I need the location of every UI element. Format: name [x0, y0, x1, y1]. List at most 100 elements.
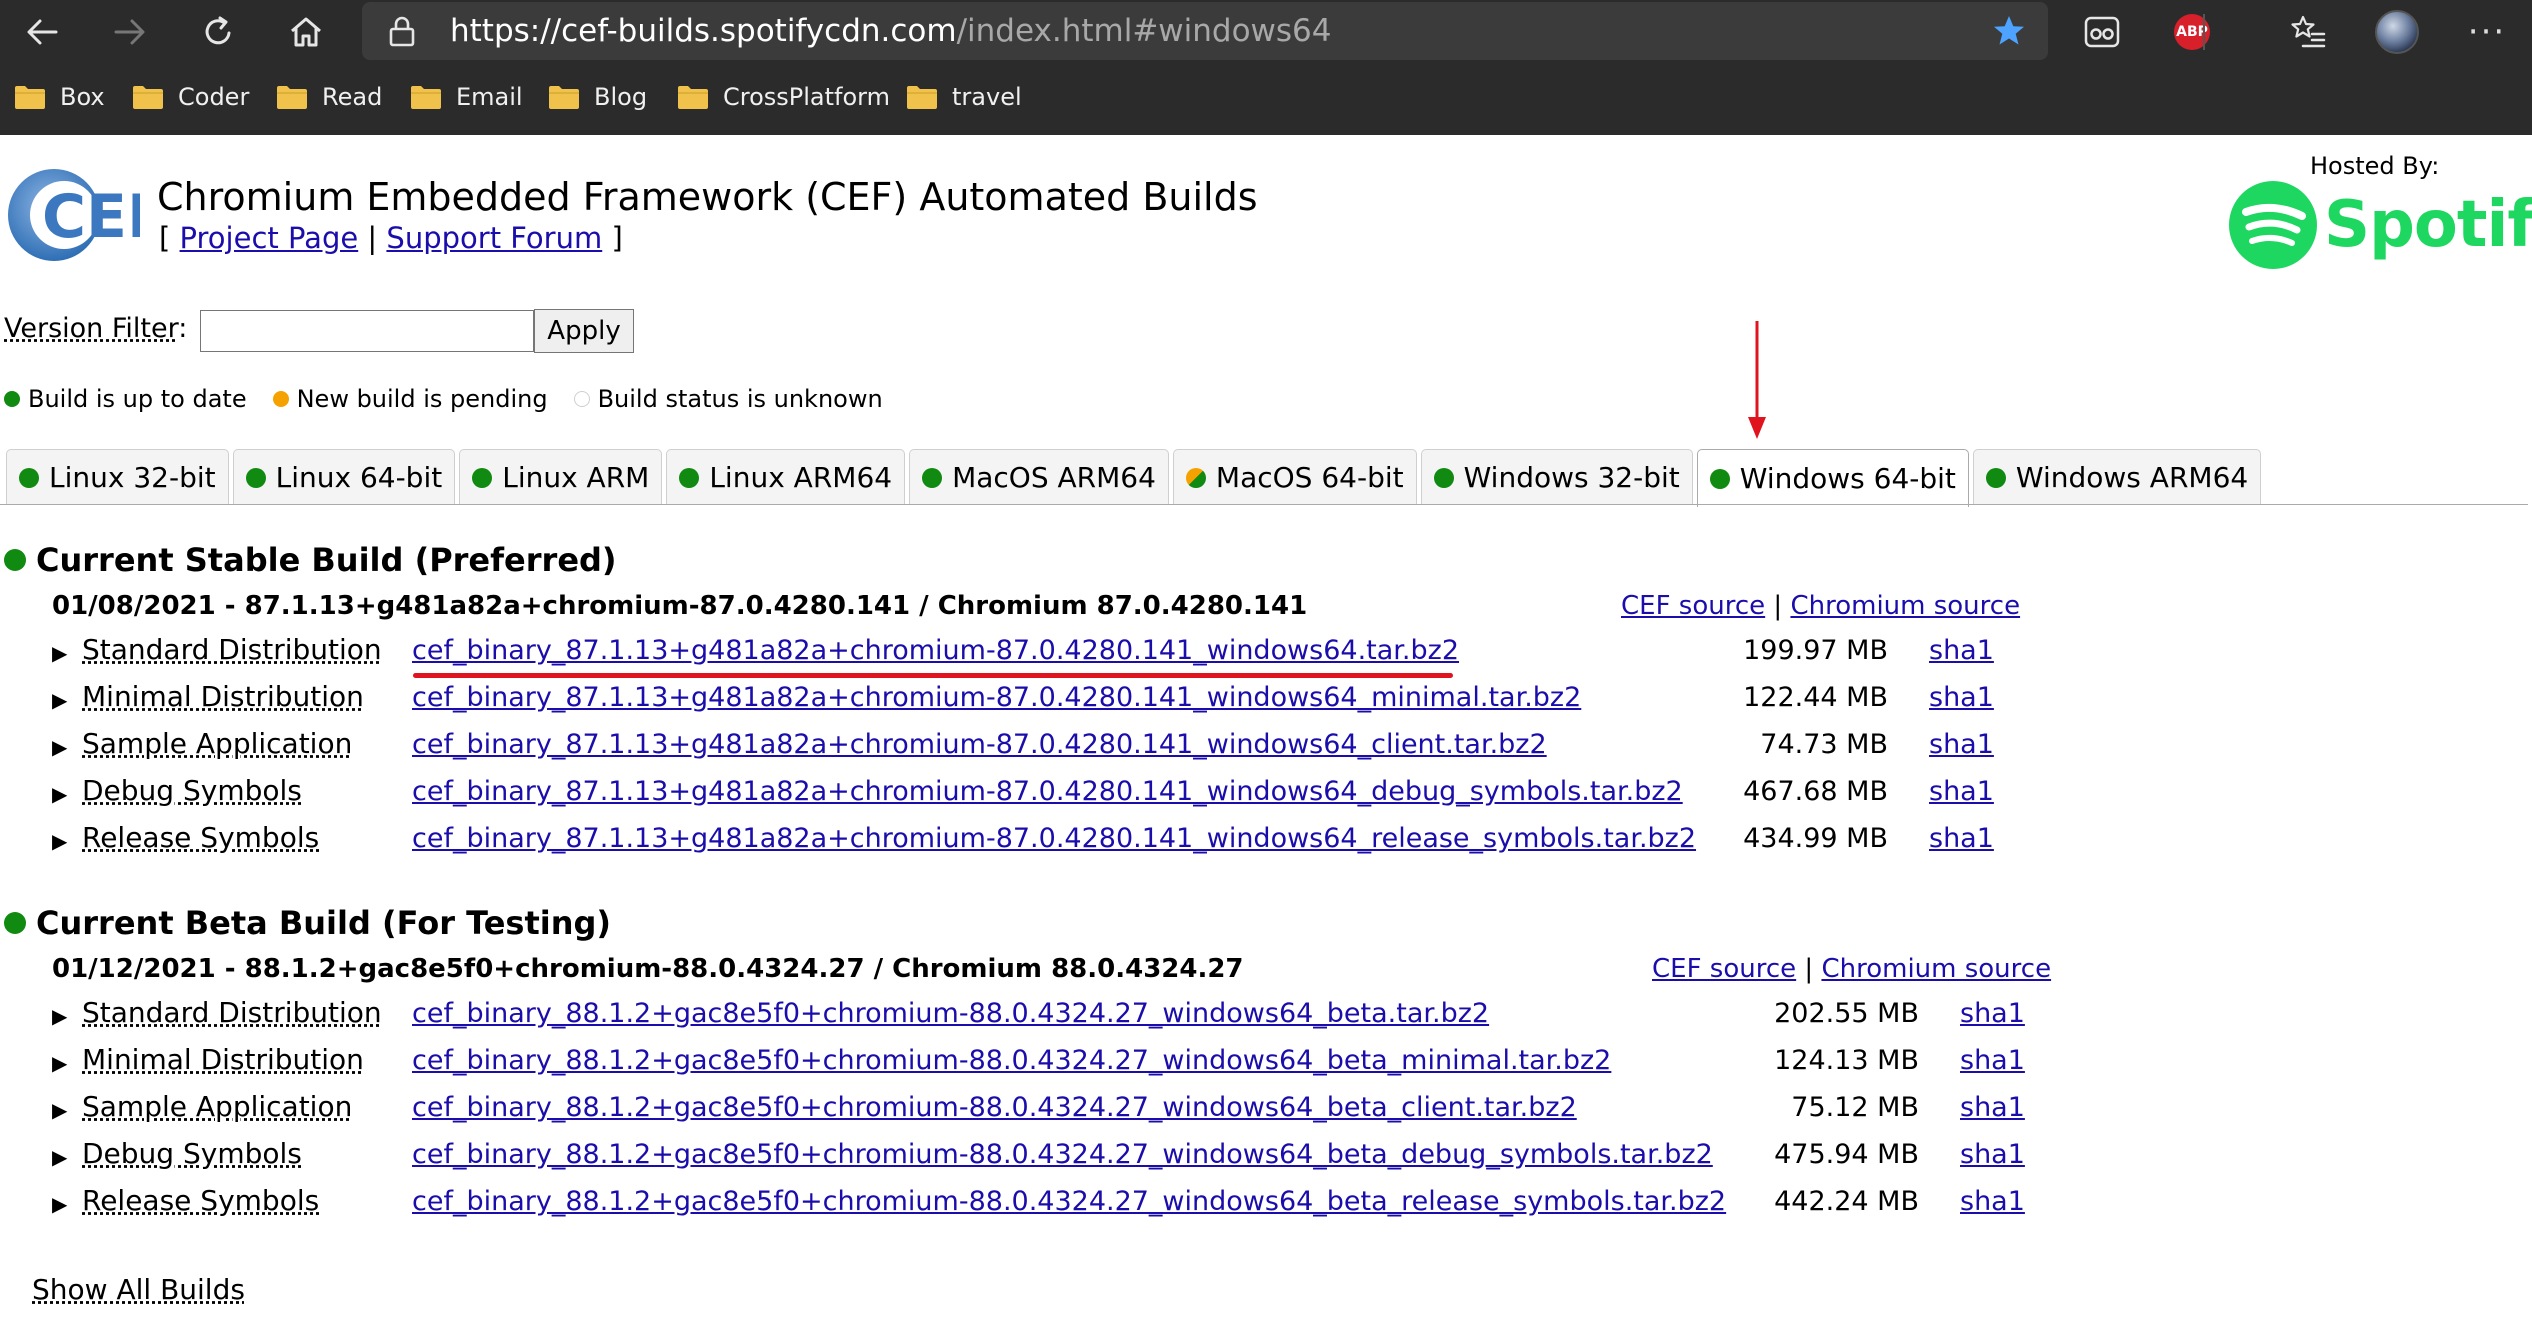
download-link[interactable]: cef_binary_87.1.13+g481a82a+chromium-87.… — [412, 776, 1683, 807]
sha1-link[interactable]: sha1 — [1929, 823, 1994, 854]
tab-linux-arm[interactable]: Linux ARM — [459, 449, 663, 505]
reload-button[interactable] — [190, 4, 246, 60]
tab-windows-32[interactable]: Windows 32-bit — [1420, 449, 1693, 505]
bookmark-coder[interactable]: Coder — [132, 72, 249, 122]
tab-label: Windows ARM64 — [2015, 461, 2249, 494]
support-forum-link[interactable]: Support Forum — [386, 221, 602, 255]
download-link[interactable]: cef_binary_88.1.2+gac8e5f0+chromium-88.0… — [412, 1186, 1726, 1217]
home-button[interactable] — [278, 4, 334, 60]
expand-triangle-icon[interactable]: ▶ — [52, 1145, 67, 1169]
sha1-link[interactable]: sha1 — [1929, 635, 1994, 666]
expand-triangle-icon[interactable]: ▶ — [52, 782, 67, 806]
favorite-star-icon[interactable] — [1992, 14, 2026, 48]
download-link[interactable]: cef_binary_88.1.2+gac8e5f0+chromium-88.0… — [412, 1139, 1713, 1170]
table-row: ▶ Minimal Distribution cef_binary_87.1.1… — [0, 680, 2532, 720]
status-dot-icon — [4, 549, 26, 571]
address-bar[interactable]: https://cef-builds.spotifycdn.com/index.… — [362, 2, 2048, 60]
tab-windows-64[interactable]: Windows 64-bit — [1696, 449, 1969, 507]
url-text: https://cef-builds.spotifycdn.com/index.… — [450, 2, 1332, 60]
sha1-link[interactable]: sha1 — [1929, 682, 1994, 713]
beta-build-heading: Current Beta Build (For Testing) — [4, 904, 611, 942]
expand-triangle-icon[interactable]: ▶ — [52, 1051, 67, 1075]
bookmark-blog[interactable]: Blog — [548, 72, 647, 122]
table-row: ▶ Release Symbols cef_binary_87.1.13+g48… — [0, 821, 2532, 861]
tab-label: MacOS 64-bit — [1215, 461, 1404, 494]
expand-triangle-icon[interactable]: ▶ — [52, 1098, 67, 1122]
download-link[interactable]: cef_binary_87.1.13+g481a82a+chromium-87.… — [412, 682, 1581, 713]
sha1-link[interactable]: sha1 — [1960, 998, 2025, 1029]
download-link[interactable]: cef_binary_88.1.2+gac8e5f0+chromium-88.0… — [412, 1045, 1611, 1076]
bookmark-crossplatform[interactable]: CrossPlatform — [677, 72, 890, 122]
bookmark-box[interactable]: Box — [14, 72, 105, 122]
spotify-logo[interactable]: Spotify — [2228, 180, 2532, 270]
distribution-label[interactable]: Debug Symbols — [82, 774, 302, 807]
sha1-link[interactable]: sha1 — [1960, 1139, 2025, 1170]
distribution-label[interactable]: Sample Application — [82, 1090, 352, 1123]
sha1-link[interactable]: sha1 — [1960, 1045, 2025, 1076]
download-link[interactable]: cef_binary_88.1.2+gac8e5f0+chromium-88.0… — [412, 1092, 1577, 1123]
status-dot-icon — [1709, 468, 1730, 489]
file-size: 199.97 MB — [1743, 635, 1888, 666]
forward-button[interactable] — [102, 4, 158, 60]
expand-triangle-icon[interactable]: ▶ — [52, 1004, 67, 1028]
hosted-by-label: Hosted By: — [2310, 152, 2440, 180]
more-menu-button[interactable]: ··· — [2465, 10, 2509, 54]
arrow-left-icon — [27, 19, 58, 45]
expand-triangle-icon[interactable]: ▶ — [52, 1192, 67, 1216]
bookmark-travel[interactable]: travel — [906, 72, 1022, 122]
adblock-extension-button[interactable]: ABP — [2170, 10, 2214, 54]
back-button[interactable] — [14, 4, 70, 60]
version-filter-input[interactable] — [200, 310, 534, 352]
stable-cef-source-link[interactable]: CEF source — [1621, 591, 1765, 621]
distribution-label[interactable]: Minimal Distribution — [82, 680, 364, 713]
favorites-button[interactable] — [2286, 10, 2330, 54]
beta-cef-source-link[interactable]: CEF source — [1652, 954, 1796, 984]
download-link[interactable]: cef_binary_88.1.2+gac8e5f0+chromium-88.0… — [412, 998, 1489, 1029]
tab-linux-32[interactable]: Linux 32-bit — [6, 449, 229, 505]
download-link[interactable]: cef_binary_87.1.13+g481a82a+chromium-87.… — [412, 635, 1459, 666]
tab-linux-64[interactable]: Linux 64-bit — [232, 449, 456, 505]
expand-triangle-icon[interactable]: ▶ — [52, 829, 67, 853]
favorites-list-icon — [2291, 15, 2326, 48]
distribution-label[interactable]: Release Symbols — [82, 821, 319, 854]
download-link[interactable]: cef_binary_87.1.13+g481a82a+chromium-87.… — [412, 729, 1547, 760]
distribution-label[interactable]: Standard Distribution — [82, 633, 382, 666]
stable-version-line: 01/08/2021 - 87.1.13+g481a82a+chromium-8… — [52, 591, 1308, 621]
expand-triangle-icon[interactable]: ▶ — [52, 688, 67, 712]
distribution-label[interactable]: Sample Application — [82, 727, 352, 760]
project-page-link[interactable]: Project Page — [180, 221, 359, 255]
more-icon: ··· — [2467, 12, 2507, 52]
distribution-label[interactable]: Standard Distribution — [82, 996, 382, 1029]
show-all-builds-link[interactable]: Show All Builds — [32, 1273, 245, 1306]
sha1-link[interactable]: sha1 — [1929, 776, 1994, 807]
sha1-link[interactable]: sha1 — [1960, 1186, 2025, 1217]
tab-macos-arm64[interactable]: MacOS ARM64 — [909, 449, 1169, 505]
folder-icon — [133, 86, 163, 109]
version-filter-text: Version Filter — [4, 313, 179, 344]
expand-triangle-icon[interactable]: ▶ — [52, 641, 67, 665]
distribution-label[interactable]: Release Symbols — [82, 1184, 319, 1217]
folder-icon — [678, 86, 708, 109]
stable-chromium-source-link[interactable]: Chromium source — [1790, 591, 2020, 621]
tab-windows-arm64[interactable]: Windows ARM64 — [1972, 449, 2262, 505]
source-separator: | — [1804, 954, 1814, 984]
bookmark-read[interactable]: Read — [276, 72, 382, 122]
file-size: 467.68 MB — [1743, 776, 1888, 807]
profile-button[interactable] — [2375, 10, 2419, 54]
tab-linux-arm64[interactable]: Linux ARM64 — [666, 449, 906, 505]
tab-label: Linux 64-bit — [275, 461, 443, 494]
download-link[interactable]: cef_binary_87.1.13+g481a82a+chromium-87.… — [412, 823, 1696, 854]
apply-button[interactable]: Apply — [534, 309, 634, 353]
tab-macos-64[interactable]: MacOS 64-bit — [1172, 449, 1417, 505]
sha1-link[interactable]: sha1 — [1960, 1092, 2025, 1123]
table-row: ▶ Sample Application cef_binary_87.1.13+… — [0, 727, 2532, 767]
sha1-link[interactable]: sha1 — [1929, 729, 1994, 760]
reader-extension-button[interactable] — [2080, 10, 2124, 54]
version-filter-label: Version Filter: — [4, 313, 187, 344]
beta-chromium-source-link[interactable]: Chromium source — [1821, 954, 2051, 984]
table-row: ▶ Release Symbols cef_binary_88.1.2+gac8… — [0, 1184, 2532, 1224]
expand-triangle-icon[interactable]: ▶ — [52, 735, 67, 759]
bookmark-email[interactable]: Email — [410, 72, 523, 122]
distribution-label[interactable]: Debug Symbols — [82, 1137, 302, 1170]
distribution-label[interactable]: Minimal Distribution — [82, 1043, 364, 1076]
